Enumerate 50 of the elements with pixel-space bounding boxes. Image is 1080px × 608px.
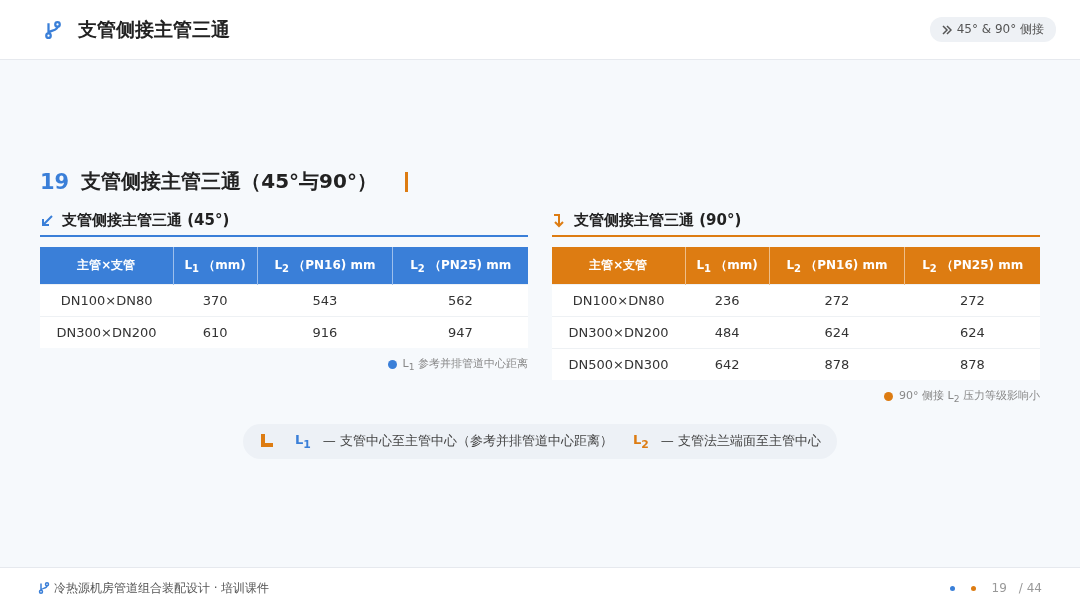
table-cell: 610 bbox=[173, 316, 258, 348]
legend-symbol: L$_{2}$ bbox=[633, 432, 649, 451]
table-cell: 272 bbox=[769, 284, 905, 317]
corner-icon bbox=[259, 433, 275, 450]
table-cell: 624 bbox=[769, 316, 905, 349]
header-title: 支管侧接主管三通 bbox=[78, 16, 230, 42]
table-cell: 236 bbox=[685, 284, 770, 317]
table-cell: 484 bbox=[685, 316, 770, 349]
section-number: 19 bbox=[40, 169, 70, 194]
table-cell: 947 bbox=[392, 316, 528, 348]
table-cell: DN100×DN80 bbox=[40, 284, 174, 317]
legend-symbol: L$_{1}$ bbox=[295, 432, 311, 451]
legend-text: — 支管法兰端面至主管中心 bbox=[660, 432, 821, 451]
table-cell: 878 bbox=[769, 348, 905, 380]
page-total: / 44 bbox=[1018, 581, 1042, 595]
table-cell: 543 bbox=[257, 284, 393, 317]
table-title: 支管侧接主管三通 (90°) bbox=[574, 211, 742, 230]
table-cell: DN300×DN200 bbox=[40, 316, 174, 348]
table-cell: DN300×DN200 bbox=[552, 316, 686, 349]
table-cell: 916 bbox=[257, 316, 393, 348]
table-cell: DN500×DN300 bbox=[552, 348, 686, 380]
section-title: 支管侧接主管三通（45°与90°） bbox=[81, 168, 377, 195]
table-cell: 562 bbox=[392, 284, 528, 317]
column-header: L$_{1}$ （mm) bbox=[173, 247, 258, 285]
table-cell: 370 bbox=[173, 284, 258, 317]
footer-title: 冷热源机房管道组合装配设计 · 培训课件 bbox=[54, 579, 270, 597]
badge-text: 45° & 90° 侧接 bbox=[956, 21, 1044, 38]
column-header: L$_{2}$ （PN16) mm bbox=[769, 247, 905, 285]
column-header: L$_{2}$ （PN25) mm bbox=[904, 247, 1040, 285]
table-note: 90° 侧接 L$_{2}$ 压力等级影响小 bbox=[899, 388, 1040, 405]
legend-text: — 支管中心至主管中心（参考并排管道中心距离） bbox=[322, 432, 613, 451]
table-cell: 624 bbox=[904, 316, 1040, 349]
table-cell: 878 bbox=[904, 348, 1040, 380]
table-cell: 642 bbox=[685, 348, 770, 380]
accent-bar bbox=[404, 171, 408, 192]
column-header: L$_{2}$ （PN25) mm bbox=[392, 247, 528, 285]
column-header: L$_{2}$ （PN16) mm bbox=[257, 247, 393, 285]
table-note: L$_{1}$ 参考并排管道中心距离 bbox=[402, 356, 528, 373]
column-header: 主管×支管 bbox=[552, 247, 686, 285]
column-header: L$_{1}$ （mm) bbox=[685, 247, 770, 285]
page-number: 19 bbox=[991, 581, 1007, 595]
branch-icon bbox=[44, 20, 62, 39]
bullet-dot bbox=[387, 359, 397, 369]
table-title: 支管侧接主管三通 (45°) bbox=[62, 211, 230, 230]
column-header: 主管×支管 bbox=[40, 247, 174, 285]
bullet-dot bbox=[884, 391, 894, 401]
table-cell: DN100×DN80 bbox=[552, 284, 686, 317]
branch-icon bbox=[38, 582, 50, 594]
double-chevron-icon bbox=[941, 24, 952, 35]
table-cell: 272 bbox=[904, 284, 1040, 317]
